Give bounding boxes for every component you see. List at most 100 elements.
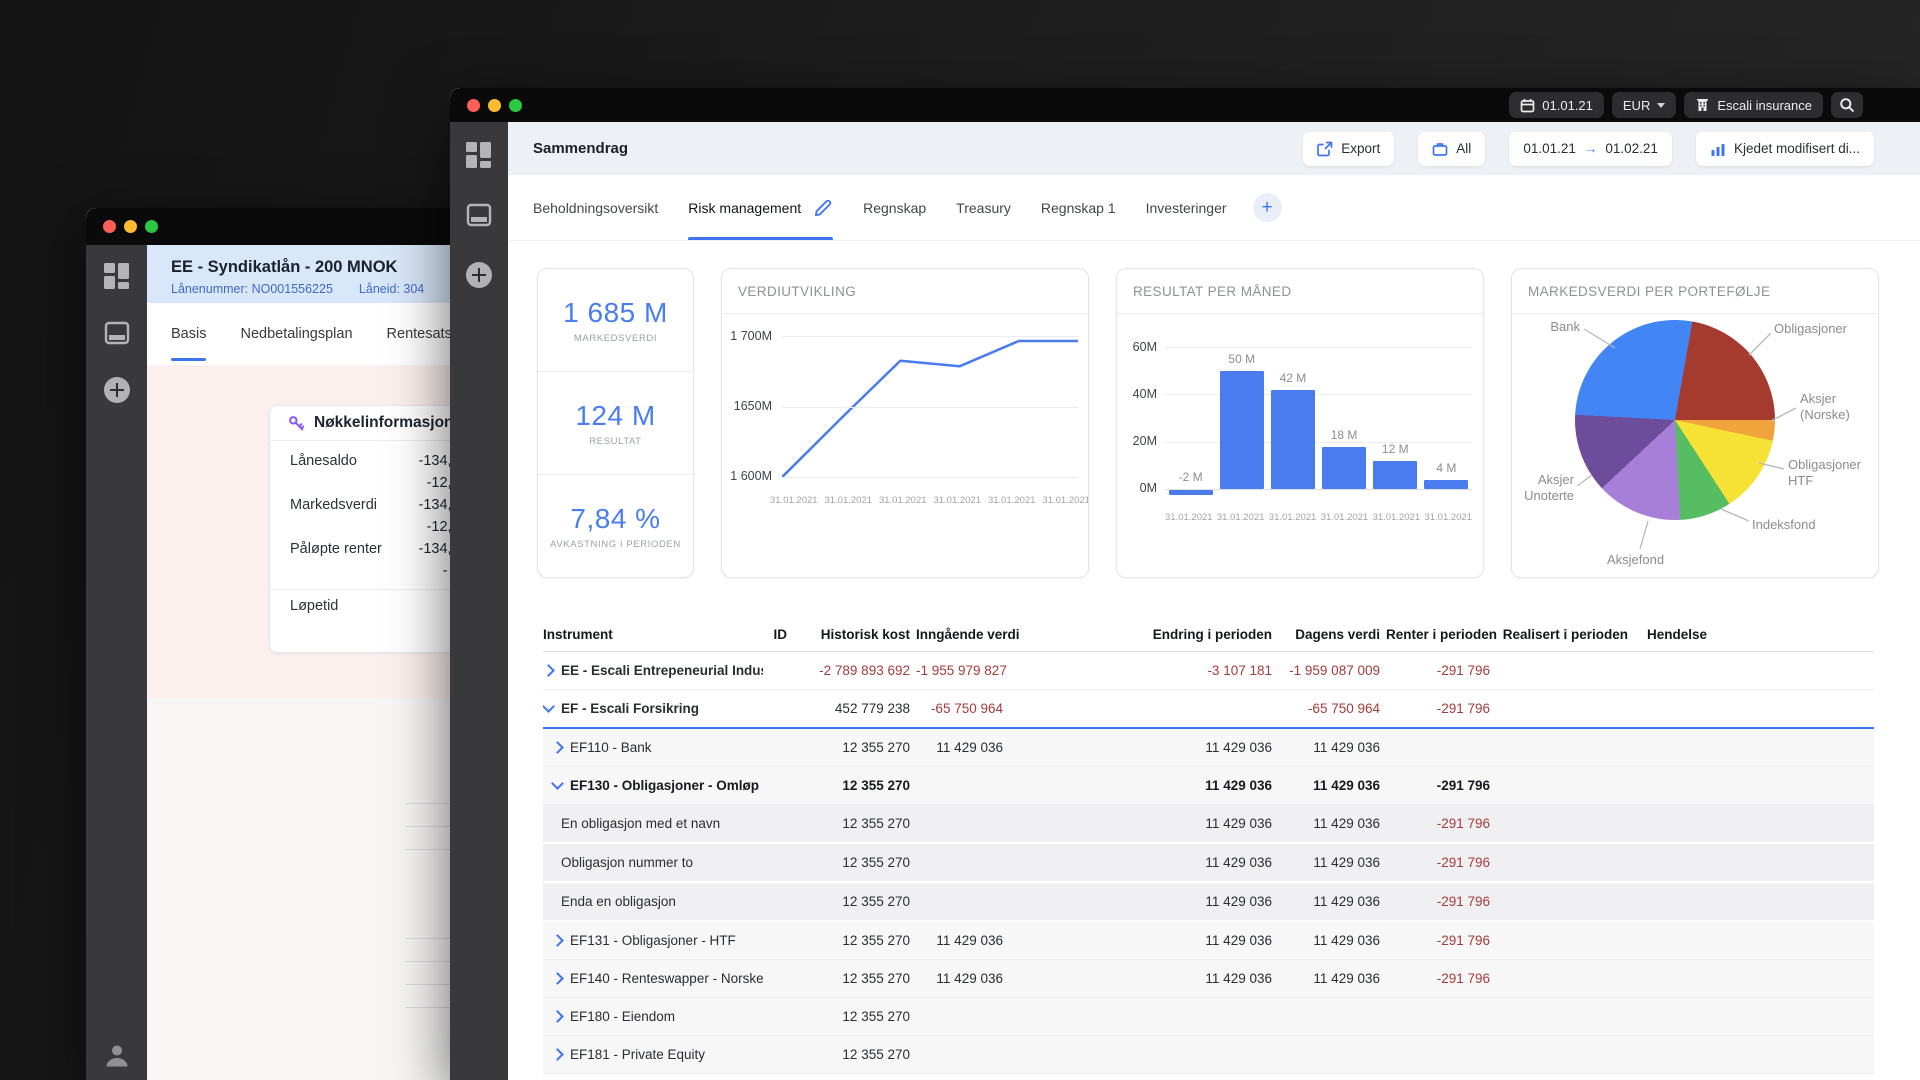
search-button[interactable] [1831, 92, 1863, 118]
y-axis-tick: 0M [1139, 481, 1157, 496]
table-row[interactable]: EF180 - Eiendom 12 355 270 [543, 998, 1874, 1036]
table-cell: 11 429 036 [1205, 816, 1272, 831]
y-axis-tick: 40M [1132, 386, 1157, 401]
table-cell: -3 107 181 [1207, 663, 1272, 678]
tab-regnskap[interactable]: Regnskap [863, 175, 926, 240]
table-row[interactable]: EE - Escali Investments AS452 779 238-65… [543, 1074, 1874, 1080]
close-button[interactable] [467, 98, 480, 112]
add-tab-button[interactable]: + [1252, 193, 1282, 222]
table-cell: -291 796 [1436, 816, 1490, 831]
table-row[interactable]: EF181 - Private Equity 12 355 270 [543, 1036, 1874, 1074]
bar-value-label: 4 M [1436, 460, 1457, 475]
bar [1322, 446, 1367, 490]
bar-value-label: 18 M [1330, 427, 1358, 442]
x-axis-tick: 31.01.2021 [933, 495, 981, 506]
tab-risk-management[interactable]: Risk management [688, 175, 833, 240]
tab-basis[interactable]: Basis [171, 303, 207, 365]
instrument-name: EF - Escali Forsikring [561, 701, 700, 716]
table-cell: 12 355 270 [842, 778, 910, 793]
tab-rentesats[interactable]: Rentesats [387, 303, 452, 365]
return-method-button[interactable]: Kjedet modifisert di... [1695, 131, 1874, 166]
table-header-row: Instrument ID Historisk kost Inngående verd… [543, 618, 1874, 652]
minimize-button[interactable] [124, 220, 137, 233]
chevron-down-icon[interactable] [543, 701, 555, 713]
column-header[interactable]: Historisk kost [787, 627, 910, 642]
minimize-button[interactable] [488, 98, 501, 112]
instrument-cell: EF180 - Eiendom [543, 1009, 763, 1024]
add-icon[interactable] [466, 262, 492, 288]
x-axis-tick: 31.01.2021 [1042, 495, 1089, 506]
tab-treasury[interactable]: Treasury [956, 175, 1011, 240]
bar-value-label: 42 M [1279, 371, 1307, 386]
portfolio-filter-button[interactable]: All [1418, 131, 1486, 166]
tab-beholdningsoversikt[interactable]: Beholdningsoversikt [533, 175, 658, 240]
instrument-name: EF110 - Bank [570, 740, 652, 755]
account-icon[interactable] [104, 1042, 130, 1068]
ki-label: Lånesaldo [290, 453, 357, 469]
column-header[interactable]: Hendelse [1628, 627, 1707, 642]
instrument-cell: EF - Escali Forsikring [543, 701, 763, 716]
instrument-name: EF181 - Private Equity [570, 1047, 706, 1062]
summary-window-sidebar [450, 122, 508, 1080]
chevron-right-icon[interactable] [551, 972, 564, 985]
gridline [782, 336, 1078, 338]
table-cell: -291 796 [1436, 933, 1490, 948]
tablet-icon[interactable] [466, 202, 492, 228]
dashboard-icon[interactable] [103, 263, 130, 289]
export-button[interactable]: Export [1303, 131, 1395, 166]
add-icon[interactable] [103, 377, 130, 403]
column-header[interactable]: ID [763, 627, 788, 642]
table-row[interactable]: EF110 - Bank 12 355 270 11 429 036 11 429 0… [543, 729, 1874, 767]
table-row[interactable]: EF140 - Renteswapper - Norske 12 355 270 1… [543, 960, 1874, 998]
ki-label: Markedsverdi [290, 497, 378, 513]
bar-value-label: 50 M [1228, 352, 1256, 367]
currency-select[interactable]: EUR [1611, 92, 1677, 118]
tablet-icon[interactable] [104, 320, 130, 346]
instrument-name: Enda en obligasjon [561, 894, 676, 909]
instrument-name: Obligasjon nummer to [561, 855, 694, 870]
column-header[interactable]: Instrument [543, 627, 763, 642]
ki-label: Løpetid [290, 598, 339, 614]
table-cell: 452 779 238 [834, 701, 910, 716]
table-row[interactable]: EF130 - Obligasjoner - Omløp 12 355 270 11… [543, 767, 1874, 805]
date-button[interactable]: 01.01.21 [1509, 92, 1604, 118]
dashboard-icon[interactable] [466, 142, 492, 168]
instrument-cell: Obligasjon nummer to [543, 855, 763, 870]
table-row[interactable]: En obligasjon med et navn 12 355 270 11 42… [543, 805, 1874, 844]
tab-nedbetalingsplan[interactable]: Nedbetalingsplan [240, 303, 352, 365]
column-header[interactable]: Renter i perioden [1380, 627, 1497, 642]
result-per-month-chart: RESULTAT PER MÅNED -2 M 50 M 42 M 18 M 12 M 4… [1116, 268, 1484, 578]
close-button[interactable] [103, 220, 116, 233]
chevron-down-icon[interactable] [551, 778, 564, 790]
tab-regnskap-1[interactable]: Regnskap 1 [1041, 175, 1116, 240]
pie-label-aksjer-norske: Aksjer (Norske) [1800, 391, 1850, 423]
y-axis-tick: 60M [1132, 339, 1157, 354]
x-axis-tick: 31.01.2021 [1165, 512, 1213, 523]
chevron-right-icon[interactable] [551, 934, 564, 947]
summary-window: 01.01.21 EUR Escali insurance Sammendrag… [450, 88, 1920, 1080]
table-row[interactable]: Obligasjon nummer to 12 355 270 11 429 036… [543, 844, 1874, 883]
date-range-button[interactable]: 01.01.21 → 01.02.21 [1509, 131, 1672, 166]
table-row[interactable]: EF - Escali Forsikring 452 779 238 -65 750… [543, 690, 1874, 729]
table-row[interactable]: Enda en obligasjon 12 355 270 11 429 036 11… [543, 883, 1874, 922]
zoom-button[interactable] [509, 98, 522, 112]
column-header[interactable]: Inngående verdi [910, 627, 1020, 642]
bar-value-label: 12 M [1381, 442, 1409, 457]
column-header[interactable]: Dagens verdi [1272, 627, 1380, 642]
tab-investeringer[interactable]: Investeringer [1146, 175, 1227, 240]
table-row[interactable]: EE - Escali Entrepeneurial Industries AS… [543, 652, 1874, 690]
chevron-right-icon[interactable] [551, 741, 564, 754]
chevron-right-icon[interactable] [543, 664, 555, 677]
table-row[interactable]: EF131 - Obligasjoner - HTF 12 355 270 11 4… [543, 922, 1874, 960]
zoom-button[interactable] [145, 220, 158, 233]
chevron-right-icon[interactable] [551, 1010, 564, 1023]
column-header[interactable]: Realisert i perioden [1490, 627, 1628, 642]
search-icon [1840, 98, 1854, 112]
pie-label-bank: Bank [1550, 319, 1580, 334]
edit-pencil-icon[interactable] [814, 198, 833, 217]
chevron-right-icon[interactable] [551, 1048, 564, 1061]
instrument-cell: EF110 - Bank [543, 740, 763, 755]
company-button[interactable]: Escali insurance [1684, 92, 1823, 118]
column-header[interactable]: Endring i perioden [1003, 627, 1272, 642]
x-axis-tick: 31.01.2021 [1216, 512, 1265, 523]
